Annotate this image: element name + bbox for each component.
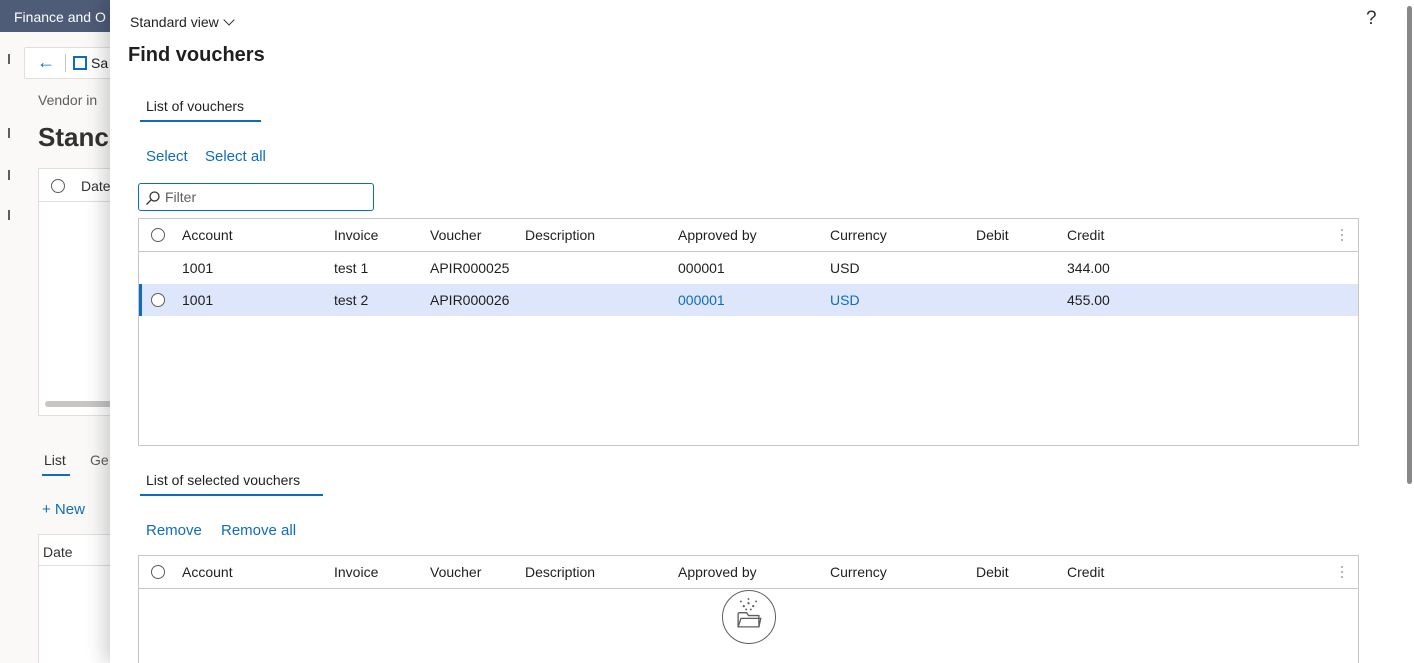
table-row-selected[interactable]: 1001 test 2 APIR000026 000001 USD 455.00 — [139, 284, 1358, 316]
filter-field[interactable] — [138, 183, 374, 211]
tab-underline — [140, 120, 261, 122]
help-icon[interactable]: ? — [1366, 8, 1377, 30]
save-label[interactable]: Sa — [91, 55, 108, 71]
column-header-invoice[interactable]: Invoice — [334, 564, 378, 580]
app-title: Finance and O — [14, 9, 106, 25]
view-selector[interactable]: Standard view — [130, 14, 235, 30]
horizontal-scrollbar[interactable] — [45, 401, 115, 407]
column-header-date[interactable]: Date — [81, 178, 111, 194]
column-header-credit[interactable]: Credit — [1067, 564, 1104, 580]
cell-credit: 455.00 — [1067, 292, 1110, 308]
column-header-account[interactable]: Account — [182, 564, 233, 580]
tab-list-of-selected-vouchers[interactable]: List of selected vouchers — [146, 472, 300, 488]
back-arrow-icon[interactable]: ← — [37, 52, 55, 73]
nav-mark — [8, 128, 10, 138]
column-header-debit[interactable]: Debit — [976, 564, 1009, 580]
select-button[interactable]: Select — [146, 148, 188, 165]
column-header-approved-by[interactable]: Approved by — [678, 227, 757, 243]
column-header-approved-by[interactable]: Approved by — [678, 564, 757, 580]
empty-folder-graphic — [737, 598, 762, 628]
cell-voucher: APIR000025 — [430, 260, 510, 276]
filter-input[interactable] — [165, 186, 365, 208]
column-header-voucher[interactable]: Voucher — [430, 227, 481, 243]
cell-currency: USD — [830, 260, 860, 276]
tab-list[interactable]: List — [44, 452, 66, 468]
toolbar-divider — [65, 54, 66, 72]
column-header-voucher[interactable]: Voucher — [430, 564, 481, 580]
chevron-down-icon — [223, 14, 235, 26]
cell-invoice: test 2 — [334, 292, 369, 308]
column-header-credit[interactable]: Credit — [1067, 227, 1104, 243]
tab-general[interactable]: Ge — [90, 452, 109, 468]
more-options-icon[interactable] — [1339, 226, 1345, 244]
column-header-currency[interactable]: Currency — [830, 564, 887, 580]
table-row[interactable]: 1001 test 1 APIR000025 000001 USD 344.00 — [139, 252, 1358, 284]
nav-mark — [8, 210, 10, 220]
nav-mark — [8, 54, 10, 64]
cell-currency-link[interactable]: USD — [830, 292, 860, 308]
cell-invoice: test 1 — [334, 260, 369, 276]
column-header-date[interactable]: Date — [43, 544, 73, 560]
search-icon — [146, 191, 160, 205]
cell-credit: 344.00 — [1067, 260, 1110, 276]
empty-folder-icon — [722, 590, 776, 644]
vertical-scrollbar-thumb[interactable] — [1407, 6, 1412, 484]
new-button[interactable]: + New — [42, 501, 85, 518]
selected-vouchers-grid: Account Invoice Voucher Description Appr… — [138, 555, 1359, 663]
more-options-icon[interactable] — [1339, 563, 1345, 581]
column-header-currency[interactable]: Currency — [830, 227, 887, 243]
select-all-radio[interactable] — [51, 179, 65, 193]
nav-mark — [8, 170, 10, 180]
column-header-description[interactable]: Description — [525, 227, 595, 243]
column-header-invoice[interactable]: Invoice — [334, 227, 378, 243]
cell-voucher: APIR000026 — [430, 292, 510, 308]
left-nav-strip — [0, 0, 14, 663]
tab-underline — [140, 494, 323, 496]
remove-button[interactable]: Remove — [146, 522, 202, 539]
column-header-description[interactable]: Description — [525, 564, 595, 580]
page-title: Stanc — [38, 122, 109, 152]
cell-approved-by: 000001 — [678, 260, 725, 276]
find-vouchers-dialog: Standard view ? Find vouchers List of vo… — [110, 0, 1414, 663]
row-select-radio[interactable] — [151, 293, 165, 307]
cell-approved-by-link[interactable]: 000001 — [678, 292, 725, 308]
grid-header-row: Account Invoice Voucher Description Appr… — [139, 556, 1358, 589]
column-header-account[interactable]: Account — [182, 227, 233, 243]
select-all-radio[interactable] — [151, 565, 165, 579]
tab-list-of-vouchers[interactable]: List of vouchers — [146, 98, 244, 114]
dialog-title: Find vouchers — [128, 44, 265, 66]
cell-account: 1001 — [182, 260, 214, 276]
remove-all-button[interactable]: Remove all — [221, 522, 296, 539]
cell-account: 1001 — [182, 292, 214, 308]
view-selector-label: Standard view — [130, 14, 219, 30]
breadcrumb: Vendor in — [38, 92, 98, 108]
save-icon[interactable] — [73, 56, 87, 70]
vouchers-grid: Account Invoice Voucher Description Appr… — [138, 218, 1359, 446]
select-all-button[interactable]: Select all — [205, 148, 266, 165]
column-header-debit[interactable]: Debit — [976, 227, 1009, 243]
select-all-radio[interactable] — [151, 228, 165, 242]
tab-underline — [42, 474, 70, 476]
grid-header-row: Account Invoice Voucher Description Appr… — [139, 219, 1358, 252]
